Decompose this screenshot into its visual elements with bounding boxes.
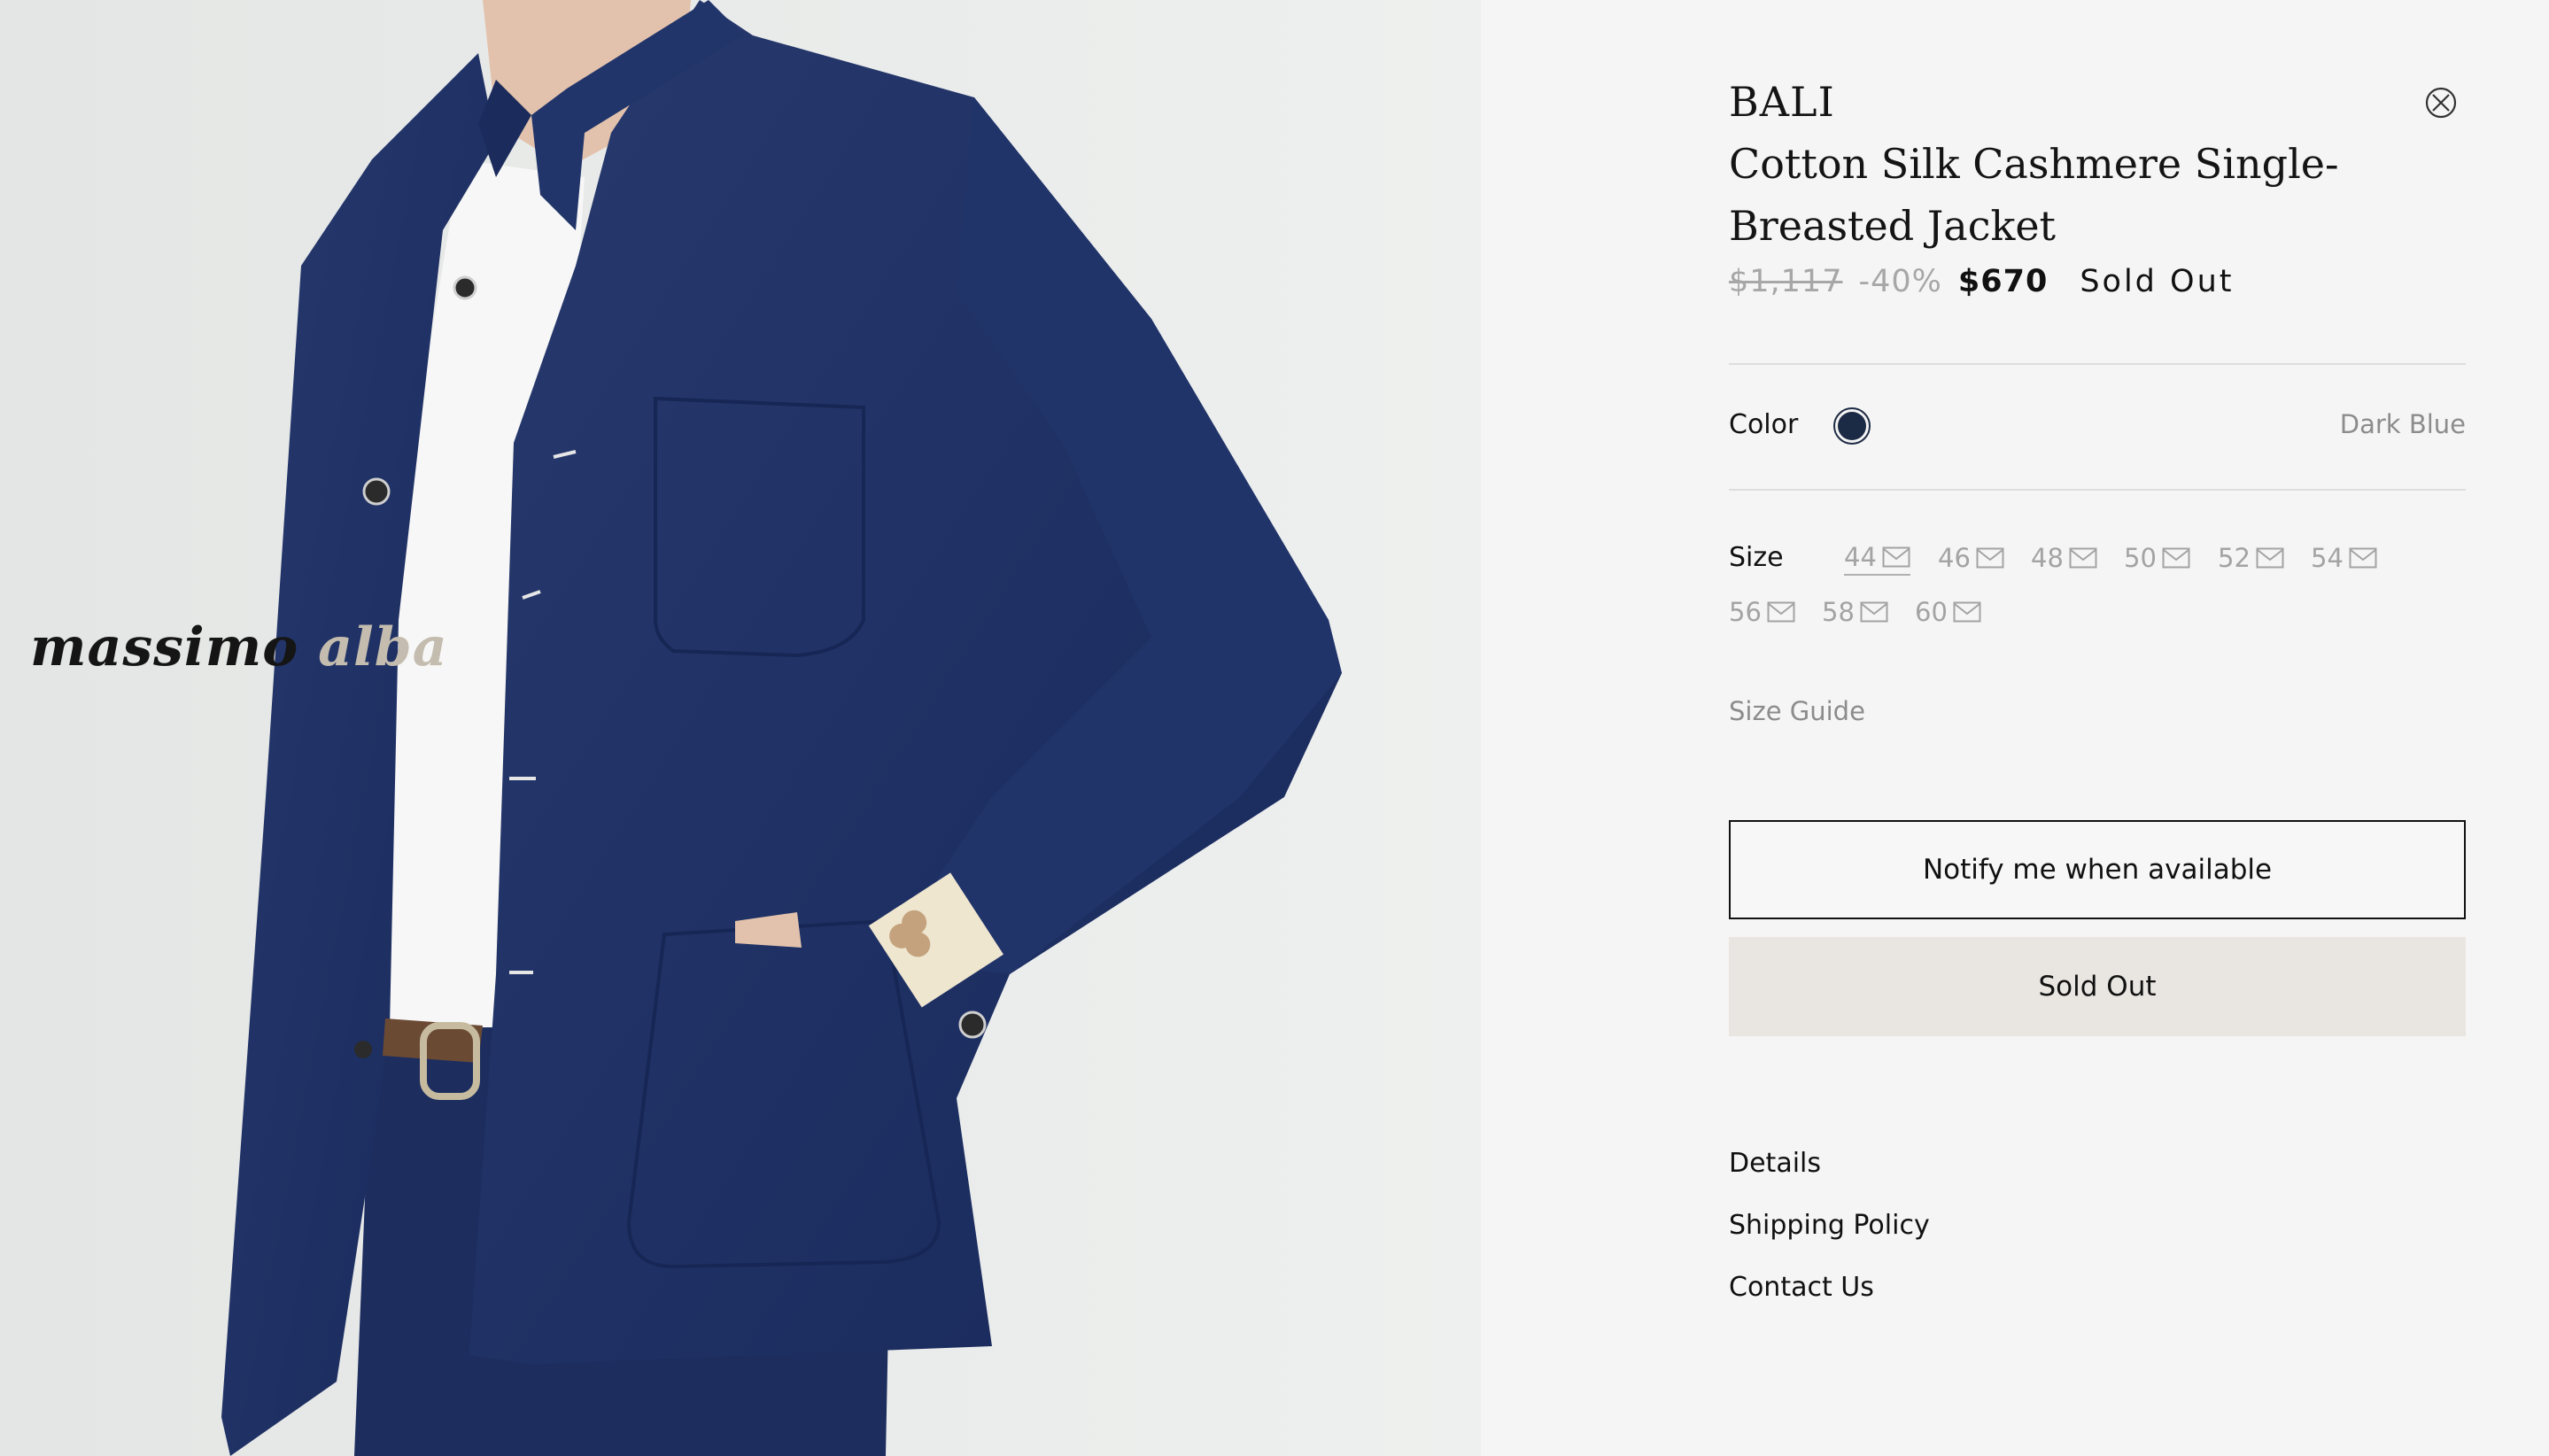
shipping-policy-link[interactable]: Shipping Policy	[1729, 1210, 1930, 1241]
color-swatch-dark-blue[interactable]	[1833, 407, 1871, 445]
divider	[1729, 363, 2466, 365]
size-value: 52	[2218, 543, 2251, 573]
size-option-46[interactable]: 46	[1938, 540, 2004, 576]
mail-icon	[2069, 547, 2097, 569]
size-value: 56	[1729, 597, 1762, 627]
mail-icon	[2349, 547, 2377, 569]
size-option-50[interactable]: 50	[2124, 540, 2190, 576]
size-value: 60	[1915, 597, 1948, 627]
size-value: 44	[1844, 542, 1877, 572]
size-option-56[interactable]: 56	[1729, 594, 1795, 630]
mail-icon	[1976, 547, 2004, 569]
size-label: Size	[1729, 542, 1784, 573]
sold-out-button: Sold Out	[1729, 937, 2466, 1036]
mail-icon	[1882, 546, 1910, 568]
brand-logo-script: massimo alba	[30, 616, 448, 678]
mail-icon	[2162, 547, 2190, 569]
mail-icon	[1860, 601, 1888, 623]
price-original: $1,117	[1729, 264, 1843, 299]
close-icon	[2425, 87, 2457, 119]
mail-icon	[1767, 601, 1795, 623]
product-photo: massimo alba	[0, 0, 1481, 1456]
size-option-48[interactable]: 48	[2031, 540, 2097, 576]
color-value: Dark Blue	[2339, 409, 2466, 439]
stock-status: Sold Out	[2080, 264, 2235, 299]
size-value: 50	[2124, 543, 2157, 573]
size-value: 58	[1822, 597, 1855, 627]
details-link[interactable]: Details	[1729, 1148, 1821, 1179]
divider	[1729, 489, 2466, 491]
notify-me-button[interactable]: Notify me when available	[1729, 820, 2466, 919]
price-row: $1,117 -40% $670 Sold Out	[1729, 264, 2234, 299]
jacket-illustration	[0, 0, 1481, 1456]
size-option-52[interactable]: 52	[2218, 540, 2284, 576]
size-value: 54	[2311, 543, 2344, 573]
color-label: Color	[1729, 409, 1799, 440]
product-info-panel: BALI Cotton Silk Cashmere Single-Breaste…	[1481, 0, 2549, 1456]
size-guide-link[interactable]: Size Guide	[1729, 696, 1865, 726]
mail-icon	[1953, 601, 1981, 623]
size-value: 48	[2031, 543, 2064, 573]
close-button[interactable]	[2423, 85, 2459, 120]
price-current: $670	[1957, 264, 2049, 299]
product-title: Cotton Silk Cashmere Single-Breasted Jac…	[1729, 140, 2339, 250]
size-option-54[interactable]: 54	[2311, 540, 2377, 576]
contact-us-link[interactable]: Contact Us	[1729, 1272, 1874, 1303]
size-value: 46	[1938, 543, 1971, 573]
product-brand: BALI	[1729, 78, 1835, 126]
swatch-fill	[1838, 412, 1866, 440]
size-option-58[interactable]: 58	[1822, 594, 1888, 630]
size-option-60[interactable]: 60	[1915, 594, 1981, 630]
price-discount: -40%	[1858, 264, 1942, 299]
size-option-44[interactable]: 44	[1844, 540, 1910, 576]
mail-icon	[2256, 547, 2284, 569]
